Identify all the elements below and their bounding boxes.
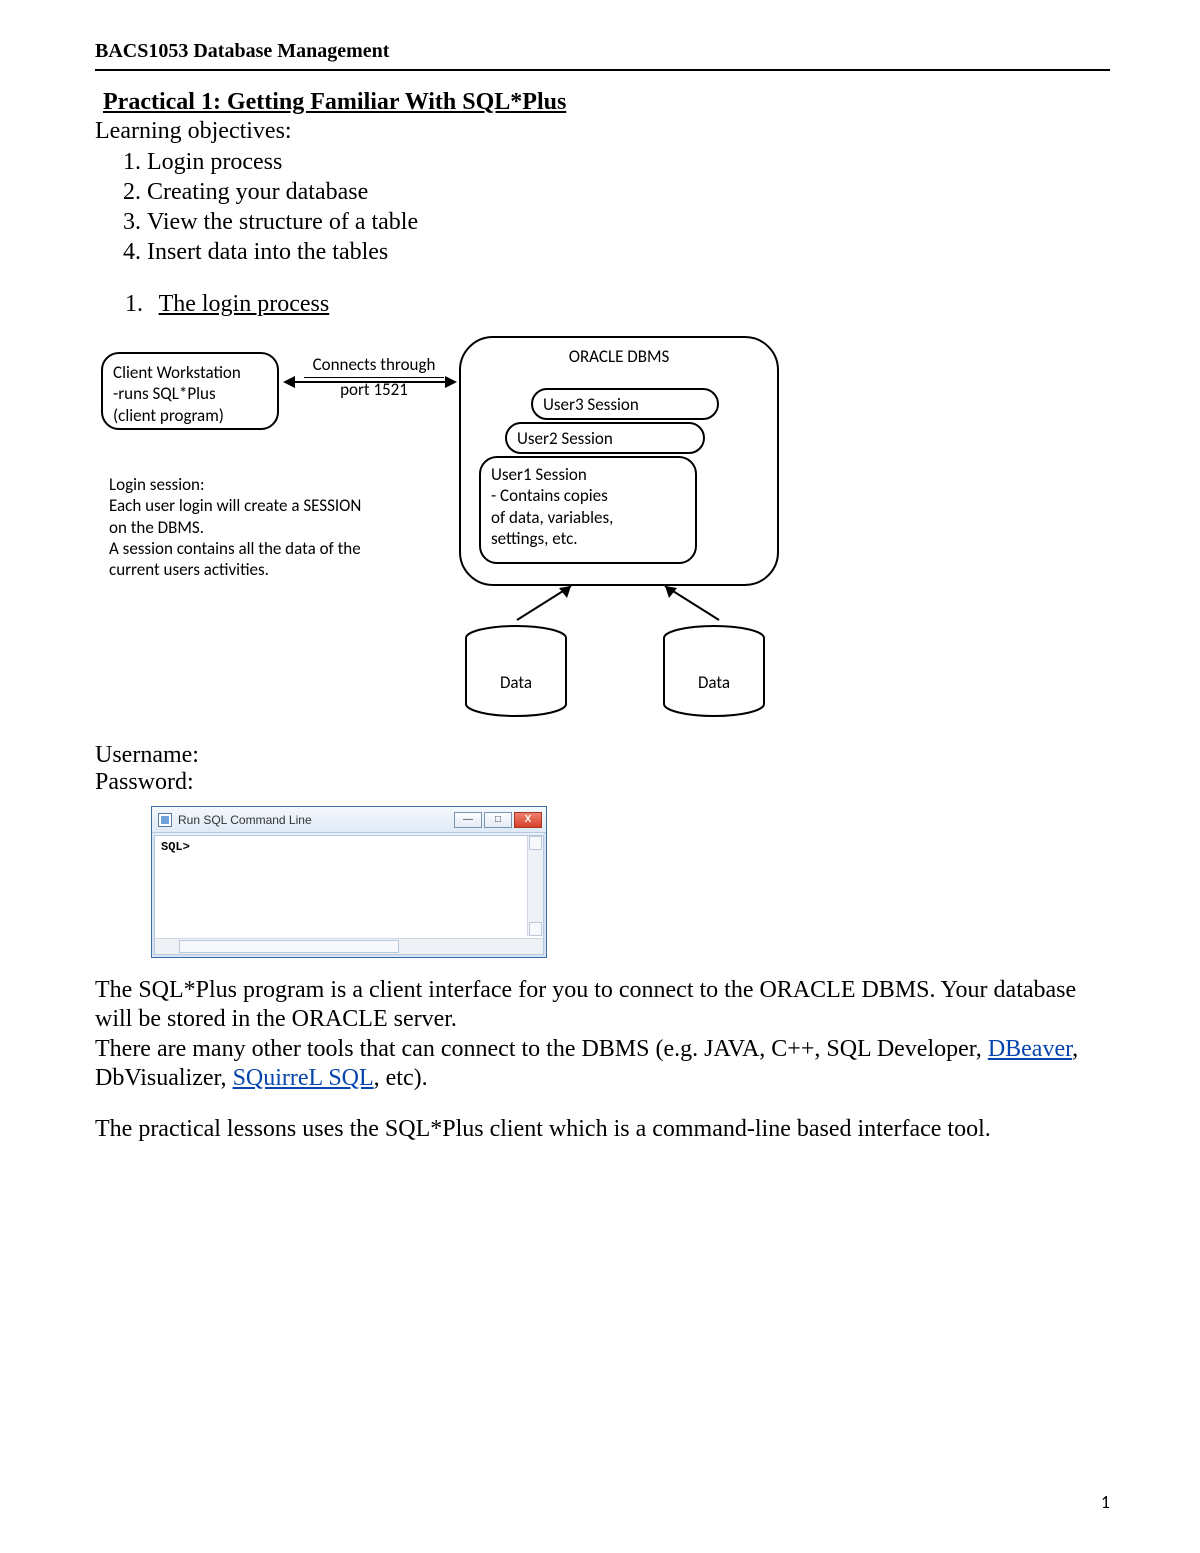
- connection-label: Connects through port 1521: [299, 354, 449, 401]
- data-cylinder-right: Data: [659, 624, 769, 719]
- section-number: 1.: [125, 291, 153, 318]
- session-line: User1 Session: [491, 464, 685, 485]
- login-note-line: A session contains all the data of the: [109, 538, 429, 559]
- login-note-line: Each user login will create a SESSION: [109, 495, 429, 516]
- page-number: 1: [1101, 1491, 1110, 1513]
- scroll-down-icon[interactable]: [529, 922, 542, 936]
- session-line: - Contains copies: [491, 485, 685, 506]
- document-page: BACS1053 Database Management Practical 1…: [0, 0, 1200, 1553]
- vertical-scrollbar[interactable]: [527, 836, 543, 936]
- text-run: , etc).: [374, 1065, 428, 1091]
- data-cylinder-left: Data: [461, 624, 571, 719]
- objective-item: View the structure of a table: [147, 207, 1110, 237]
- client-line: -runs SQL*Plus: [113, 383, 267, 404]
- body-paragraph: There are many other tools that can conn…: [95, 1035, 1110, 1094]
- password-label: Password:: [95, 769, 1110, 796]
- session-label: User3 Session: [543, 394, 639, 415]
- sql-command-window: Run SQL Command Line — □ X SQL>: [151, 806, 547, 958]
- section-title: The login process: [159, 291, 330, 317]
- client-line: Client Workstation: [113, 362, 267, 383]
- objective-item: Creating your database: [147, 177, 1110, 207]
- login-diagram: Client Workstation -runs SQL*Plus (clien…: [101, 336, 871, 736]
- arrow-left-icon: [283, 376, 295, 388]
- connection-line: port 1521: [304, 377, 444, 400]
- objective-item: Login process: [147, 147, 1110, 177]
- objectives-lead: Learning objectives:: [95, 118, 1110, 145]
- session-line: of data, variables,: [491, 507, 685, 528]
- client-line: (client program): [113, 405, 267, 426]
- course-header: BACS1053 Database Management: [95, 40, 1110, 71]
- horizontal-scrollbar[interactable]: [155, 938, 543, 954]
- login-note: Login session: Each user login will crea…: [109, 474, 429, 580]
- page-title: Practical 1: Getting Familiar With SQL*P…: [103, 89, 1110, 116]
- text-run: There are many other tools that can conn…: [95, 1036, 988, 1062]
- minimize-button[interactable]: —: [454, 812, 482, 828]
- login-note-line: Login session:: [109, 474, 429, 495]
- scroll-thumb[interactable]: [179, 940, 399, 953]
- username-label: Username:: [95, 742, 1110, 769]
- session-box-2: User2 Session: [505, 422, 705, 454]
- console-icon: [158, 813, 172, 827]
- session-box-3: User3 Session: [531, 388, 719, 420]
- login-note-line: current users activities.: [109, 559, 429, 580]
- dbeaver-link[interactable]: DBeaver: [988, 1036, 1072, 1062]
- sql-window-title: Run SQL Command Line: [178, 813, 312, 827]
- session-line: settings, etc.: [491, 528, 685, 549]
- sql-console-body[interactable]: SQL>: [154, 835, 544, 955]
- objective-item: Insert data into the tables: [147, 237, 1110, 267]
- maximize-button[interactable]: □: [484, 812, 512, 828]
- sql-titlebar: Run SQL Command Line — □ X: [152, 807, 546, 833]
- objectives-list: Login process Creating your database Vie…: [147, 147, 1110, 267]
- oracle-label: ORACLE DBMS: [459, 346, 779, 367]
- session-label: User2 Session: [517, 428, 613, 449]
- session-box-1: User1 Session - Contains copies of data,…: [479, 456, 697, 564]
- cylinder-label: Data: [659, 672, 769, 693]
- section-heading: 1. The login process: [125, 291, 1110, 318]
- window-buttons: — □ X: [454, 812, 542, 828]
- client-box: Client Workstation -runs SQL*Plus (clien…: [101, 352, 279, 430]
- cylinder-label: Data: [461, 672, 571, 693]
- login-note-line: on the DBMS.: [109, 517, 429, 538]
- body-paragraph: The practical lessons uses the SQL*Plus …: [95, 1115, 1110, 1144]
- close-button[interactable]: X: [514, 812, 542, 828]
- sql-prompt: SQL>: [161, 840, 190, 854]
- body-paragraph: The SQL*Plus program is a client interfa…: [95, 976, 1110, 1035]
- squirrel-sql-link[interactable]: SQuirreL SQL: [233, 1065, 374, 1091]
- connection-line: Connects through: [313, 354, 436, 375]
- scroll-up-icon[interactable]: [529, 836, 542, 850]
- credentials-block: Username: Password:: [95, 742, 1110, 796]
